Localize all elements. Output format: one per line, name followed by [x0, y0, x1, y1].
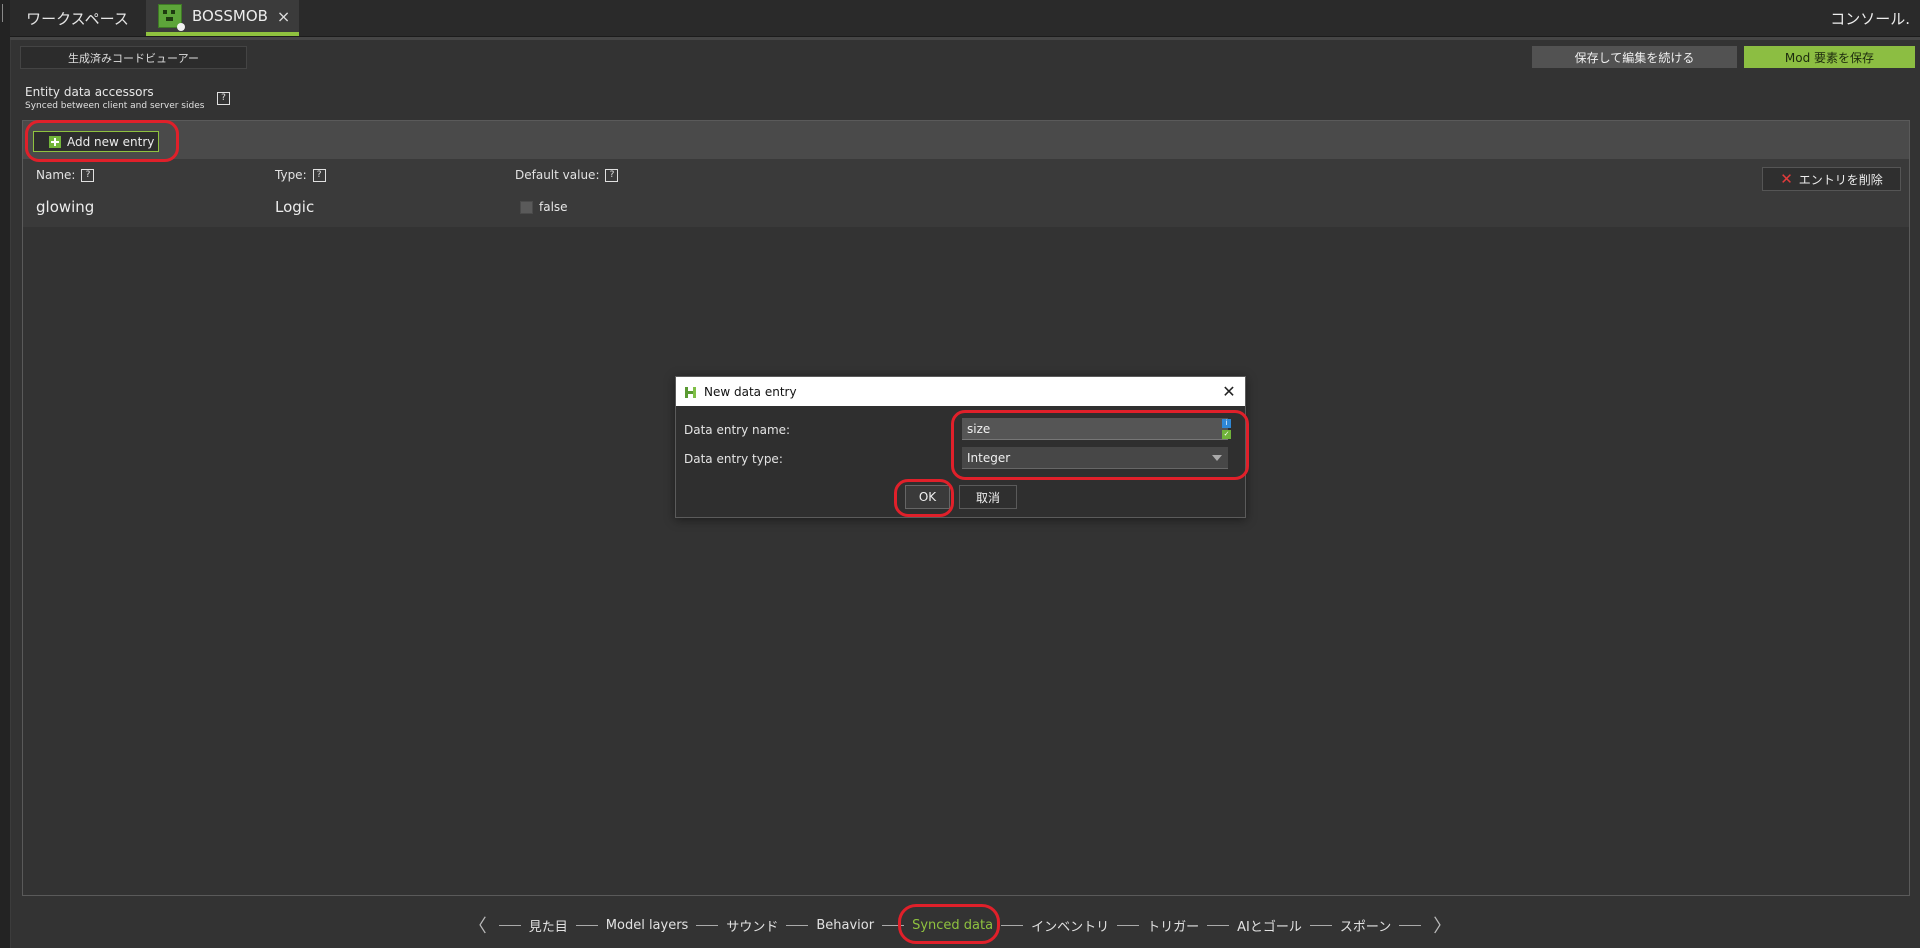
help-icon[interactable]: ? [217, 92, 230, 105]
save-and-continue-button[interactable]: 保存して編集を続ける [1532, 46, 1737, 68]
nav-item-triggers[interactable]: トリガー [1147, 916, 1199, 935]
default-value-label: false [539, 200, 568, 214]
delete-entry-label: エントリを削除 [1798, 172, 1883, 187]
type-select-value: Integer [967, 450, 1011, 465]
nav-item-sound[interactable]: サウンド [726, 916, 778, 935]
entry-row: Name: ? Type: ? Default value: ? glowing… [23, 159, 1909, 227]
delete-entry-button[interactable]: ✕ エントリを削除 [1762, 167, 1901, 191]
mob-icon [158, 4, 185, 31]
tab-workspace[interactable]: ワークスペース [10, 0, 145, 36]
close-tab-icon[interactable]: × [277, 7, 290, 26]
nav-item-model-layers[interactable]: Model layers [606, 918, 689, 933]
tab-bossmob[interactable]: BOSSMOB × [146, 0, 299, 36]
type-header-label: Type: [275, 168, 307, 182]
nav-item-spawning[interactable]: スポーン [1340, 916, 1391, 935]
cancel-button[interactable]: 取消 [959, 485, 1017, 509]
nav-item-behavior[interactable]: Behavior [816, 918, 874, 933]
section-subtitle: Synced between client and server sides [25, 101, 205, 111]
bottom-navigation: 〈 見た目 Model layers サウンド Behavior Synced … [0, 905, 1920, 945]
new-data-entry-dialog: New data entry ✕ Data entry name: i ✓ Da… [675, 376, 1246, 518]
gutter-marker [2, 4, 7, 22]
default-value-header: Default value: ? [515, 168, 619, 182]
dialog-title-bar: New data entry [676, 377, 1245, 406]
nav-separator [1399, 924, 1422, 926]
data-entry-name-input[interactable] [962, 418, 1228, 440]
app-icon [684, 385, 698, 399]
prev-icon[interactable]: 〈 [465, 912, 491, 938]
tab-separator [10, 37, 1920, 40]
nav-item-appearance[interactable]: 見た目 [529, 916, 568, 935]
nav-item-ai-goals[interactable]: AIとゴール [1237, 916, 1302, 935]
nav-separator [1117, 924, 1140, 926]
nav-separator [1001, 924, 1024, 926]
next-icon[interactable]: 〉 [1429, 912, 1455, 938]
nav-item-inventory[interactable]: インベントリ [1031, 916, 1109, 935]
name-header-label: Name: [36, 168, 76, 182]
dialog-title: New data entry [704, 384, 797, 399]
nav-item-synced-data[interactable]: Synced data [912, 918, 993, 933]
help-icon[interactable]: ? [605, 168, 619, 182]
ok-button[interactable]: OK [905, 485, 950, 509]
nav-separator [575, 924, 598, 926]
chevron-down-icon [1212, 455, 1222, 461]
add-new-entry-label: Add new entry [67, 134, 155, 149]
default-value-header-label: Default value: [515, 168, 600, 182]
checkbox-icon [520, 200, 533, 214]
nav-separator [786, 924, 809, 926]
close-icon[interactable]: ✕ [1221, 382, 1237, 401]
tab-bar: ワークスペース BOSSMOB × コンソール. [10, 0, 1920, 37]
left-gutter [0, 0, 11, 948]
validation-icon: i ✓ [1222, 419, 1231, 439]
delete-x-icon: ✕ [1780, 170, 1793, 188]
data-entry-name-label: Data entry name: [684, 423, 791, 437]
add-new-entry-button[interactable]: Add new entry [33, 131, 159, 152]
entry-name-value[interactable]: glowing [36, 198, 94, 216]
nav-separator [1207, 924, 1230, 926]
panel-toolbar: Add new entry [23, 121, 1909, 159]
help-icon[interactable]: ? [312, 168, 326, 182]
data-entry-type-label: Data entry type: [684, 452, 783, 466]
code-viewer-button[interactable]: 生成済みコードビューアー [20, 46, 247, 69]
nav-separator [882, 924, 905, 926]
plus-icon [49, 135, 61, 148]
nav-separator [1309, 924, 1332, 926]
tab-bossmob-label: BOSSMOB [192, 7, 268, 25]
data-entry-type-select[interactable]: Integer [962, 447, 1228, 469]
name-header: Name: ? [36, 168, 95, 182]
nav-separator [498, 924, 521, 926]
console-button[interactable]: コンソール. [1830, 0, 1910, 36]
save-mod-element-button[interactable]: Mod 要素を保存 [1744, 46, 1915, 68]
nav-separator [696, 924, 719, 926]
type-header: Type: ? [275, 168, 326, 182]
default-value-checkbox[interactable]: false [520, 200, 568, 214]
section-title: Entity data accessors [25, 85, 154, 99]
help-icon[interactable]: ? [81, 168, 95, 182]
entry-type-value[interactable]: Logic [275, 198, 314, 216]
